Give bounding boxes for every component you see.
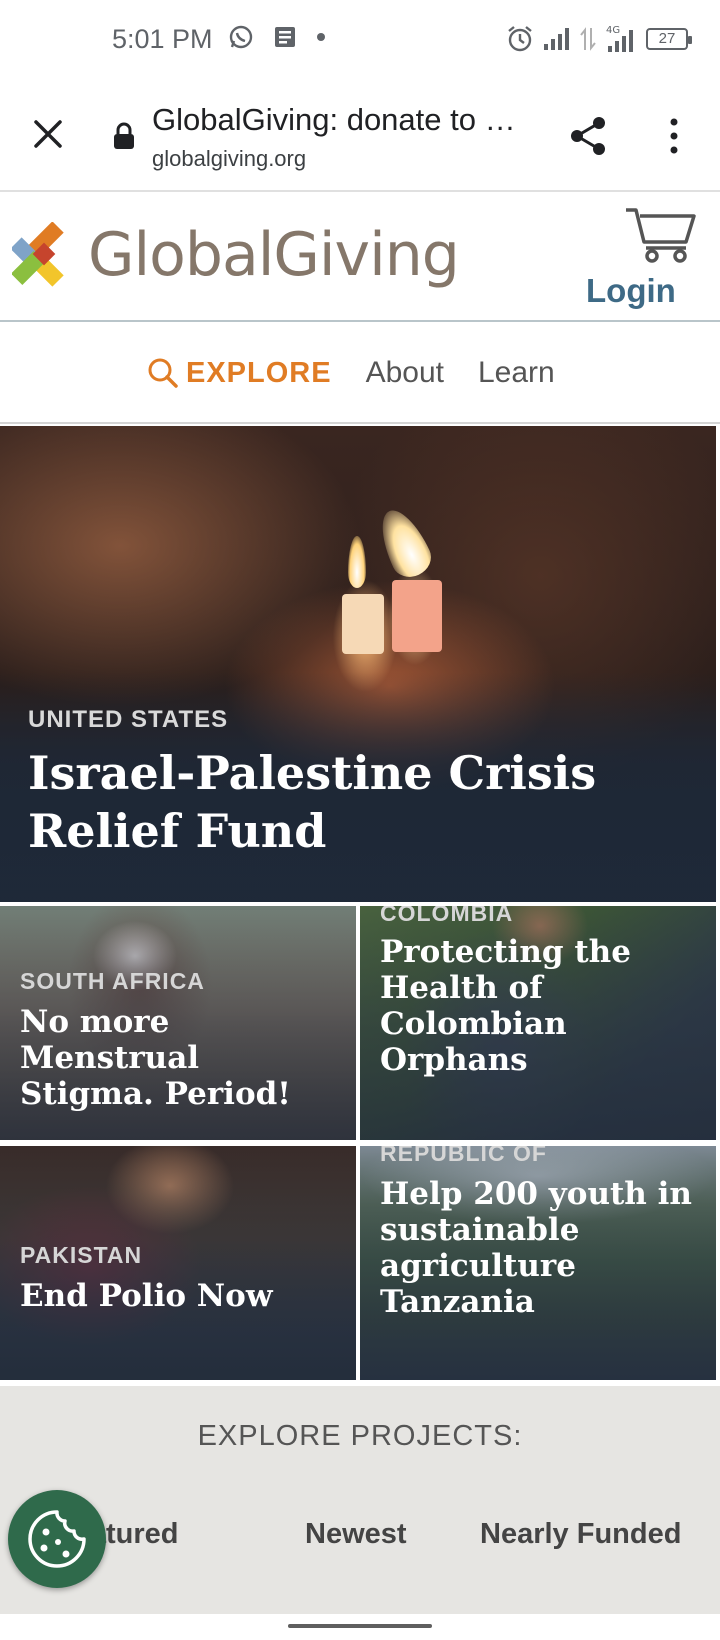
logo-mark-icon bbox=[12, 222, 64, 287]
nav-links: EXPLORE About Learn bbox=[146, 356, 555, 390]
nav-about[interactable]: About bbox=[366, 356, 444, 390]
hero-title[interactable]: Israel-Palestine Crisis Relief Fund bbox=[28, 744, 688, 860]
status-bar: 5:01 PM 4G 27 bbox=[0, 0, 720, 84]
project-title[interactable]: No more Menstrual Stigma. Period! bbox=[20, 1004, 340, 1112]
battery-indicator: 27 bbox=[646, 28, 692, 50]
tab-newest[interactable]: Newest bbox=[305, 1518, 407, 1551]
project-country: REPUBLIC OF bbox=[380, 1146, 547, 1166]
cookie-settings-button[interactable] bbox=[8, 1490, 106, 1588]
project-tile[interactable]: COLOMBIA Protecting the Health of Colomb… bbox=[360, 906, 716, 1140]
flame-image bbox=[371, 502, 437, 584]
status-right-icons: 4G 27 bbox=[506, 24, 692, 54]
project-country: COLOMBIA bbox=[380, 906, 514, 926]
search-icon bbox=[148, 358, 178, 388]
globalgiving-logo[interactable]: GlobalGiving bbox=[12, 220, 460, 290]
project-country: PAKISTAN bbox=[20, 1242, 143, 1268]
project-tile[interactable]: PAKISTAN End Polio Now bbox=[0, 1146, 356, 1380]
hero-project-card[interactable]: UNITED STATES Israel-Palestine Crisis Re… bbox=[0, 426, 716, 902]
candle-image bbox=[342, 594, 384, 654]
project-country: SOUTH AFRICA bbox=[20, 968, 205, 994]
close-tab-button[interactable] bbox=[28, 114, 68, 154]
project-tile[interactable]: SOUTH AFRICA No more Menstrual Stigma. P… bbox=[0, 906, 356, 1140]
cart-icon[interactable] bbox=[624, 204, 698, 264]
site-header: GlobalGiving Login bbox=[0, 192, 720, 322]
svg-text:4G: 4G bbox=[606, 25, 620, 36]
signal-icon bbox=[544, 28, 569, 50]
project-title[interactable]: End Polio Now bbox=[20, 1278, 340, 1314]
more-options-button[interactable] bbox=[660, 114, 688, 158]
news-icon bbox=[275, 27, 295, 47]
share-button[interactable] bbox=[566, 114, 610, 158]
nav-explore[interactable]: EXPLORE bbox=[146, 356, 332, 390]
explore-projects-heading: EXPLORE PROJECTS: bbox=[197, 1420, 523, 1452]
login-link[interactable]: Login bbox=[586, 272, 676, 310]
hero-country: UNITED STATES bbox=[28, 706, 229, 733]
nav-explore-label: EXPLORE bbox=[186, 356, 332, 389]
data-transfer-icon bbox=[580, 27, 596, 51]
tab-nearly-funded[interactable]: Nearly Funded bbox=[480, 1518, 681, 1551]
signal-4g-icon: 4G bbox=[606, 25, 633, 52]
explore-projects-section: EXPLORE PROJECTS: Featured Newest Nearly… bbox=[0, 1386, 720, 1614]
flame-image bbox=[348, 536, 366, 588]
logo-text: GlobalGiving bbox=[88, 220, 460, 290]
site-nav: EXPLORE About Learn bbox=[0, 324, 720, 424]
cookie-icon bbox=[28, 1510, 86, 1568]
candle-image bbox=[392, 580, 442, 652]
status-left-icons bbox=[228, 24, 326, 50]
alarm-icon bbox=[508, 26, 532, 52]
status-time: 5:01 PM bbox=[112, 24, 213, 54]
page-title[interactable]: GlobalGiving: donate to … bbox=[152, 102, 516, 138]
browser-toolbar: GlobalGiving: donate to … globalgiving.o… bbox=[0, 84, 720, 192]
gesture-navigation-bar[interactable] bbox=[288, 1624, 432, 1628]
project-title[interactable]: Protecting the Health of Colombian Orpha… bbox=[380, 934, 700, 1078]
whatsapp-icon bbox=[229, 25, 253, 49]
dot-icon bbox=[317, 33, 325, 41]
project-tile[interactable]: REPUBLIC OF Help 200 youth in sustainabl… bbox=[360, 1146, 716, 1380]
page-url[interactable]: globalgiving.org bbox=[152, 146, 306, 172]
lock-icon bbox=[114, 122, 134, 149]
project-title[interactable]: Help 200 youth in sustainable agricultur… bbox=[380, 1176, 700, 1320]
nav-learn[interactable]: Learn bbox=[478, 356, 555, 390]
